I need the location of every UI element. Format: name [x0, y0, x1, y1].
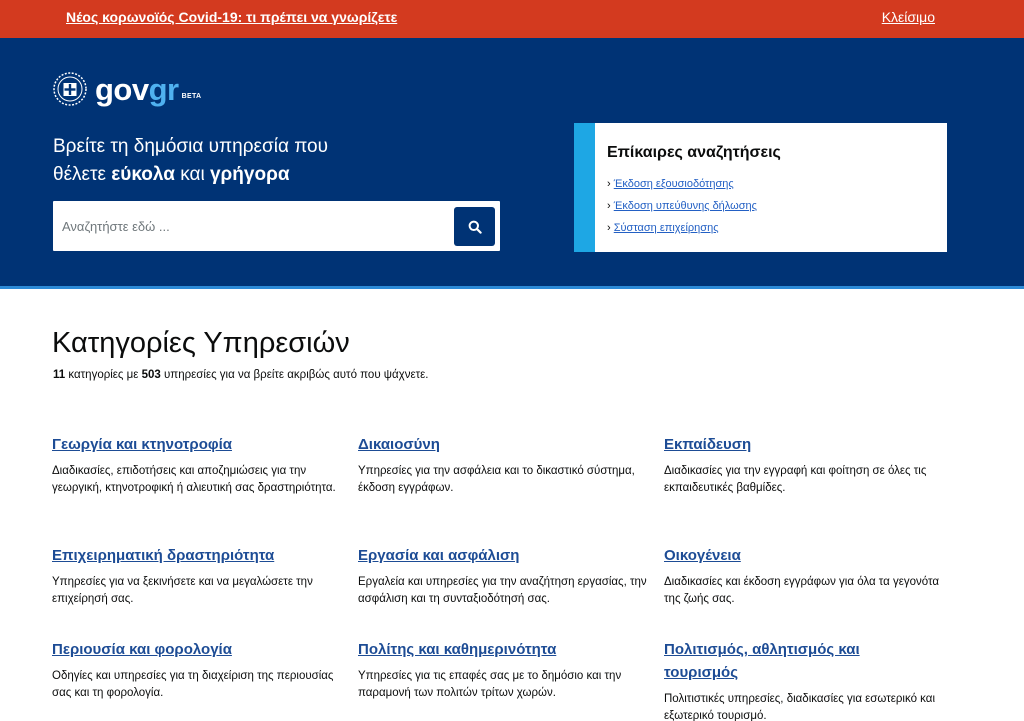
popular-searches-list: › Έκδοση εξουσιοδότησης › Έκδοση υπεύθυν…	[607, 178, 757, 244]
search-form	[53, 201, 500, 251]
category-link-family[interactable]: Οικογένεια	[664, 544, 954, 567]
category-description: Διαδικασίες, επιδοτήσεις και αποζημιώσει…	[52, 465, 336, 494]
category-card: Οικογένεια Διαδικασίες και έκδοση εγγράφ…	[664, 544, 954, 608]
category-description: Διαδικασίες και έκδοση εγγράφων για όλα …	[664, 576, 940, 605]
category-link-citizen[interactable]: Πολίτης και καθημερινότητα	[358, 638, 648, 661]
category-link-property-tax[interactable]: Περιουσία και φορολογία	[52, 638, 342, 661]
popular-search-link-authorization[interactable]: Έκδοση εξουσιοδότησης	[614, 178, 734, 190]
popular-searches-card: Επίκαιρες αναζητήσεις › Έκδοση εξουσιοδό…	[574, 123, 947, 252]
category-link-employment[interactable]: Εργασία και ασφάλιση	[358, 544, 648, 567]
category-card: Εκπαίδευση Διαδικασίες για την εγγραφή κ…	[664, 433, 954, 497]
popular-search-link-declaration[interactable]: Έκδοση υπεύθυνης δήλωσης	[614, 200, 757, 212]
popular-search-item: › Έκδοση εξουσιοδότησης	[607, 178, 734, 190]
category-description: Πολιτιστικές υπηρεσίες, διαδικασίες για …	[664, 693, 935, 721]
category-card: Δικαιοσύνη Υπηρεσίες για την ασφάλεια κα…	[358, 433, 648, 497]
category-link-business[interactable]: Επιχειρηματική δραστηριότητα	[52, 544, 342, 567]
category-link-agriculture[interactable]: Γεωργία και κτηνοτροφία	[52, 433, 342, 456]
category-link-education[interactable]: Εκπαίδευση	[664, 433, 954, 456]
popular-search-item: › Σύσταση επιχείρησης	[607, 222, 719, 234]
categories-heading: Κατηγορίες Υπηρεσιών	[52, 327, 350, 359]
govgr-logo[interactable]: govgr BETA	[53, 69, 201, 109]
popular-searches-title: Επίκαιρες αναζητήσεις	[607, 144, 781, 161]
category-description: Οδηγίες και υπηρεσίες για τη διαχείριση …	[52, 670, 334, 699]
greek-emblem-icon	[53, 72, 87, 106]
search-icon	[468, 220, 482, 234]
category-card: Εργασία και ασφάλιση Εργαλεία και υπηρεσ…	[358, 544, 648, 608]
category-card: Γεωργία και κτηνοτροφία Διαδικασίες, επι…	[52, 433, 342, 497]
category-card: Επιχειρηματική δραστηριότητα Υπηρεσίες γ…	[52, 544, 342, 608]
hero-divider	[0, 286, 1024, 289]
category-card: Περιουσία και φορολογία Οδηγίες και υπηρ…	[52, 638, 342, 702]
category-link-culture-sports-tourism[interactable]: Πολιτισμός, αθλητισμός και τουρισμός	[664, 638, 904, 684]
category-card: Πολίτης και καθημερινότητα Υπηρεσίες για…	[358, 638, 648, 702]
category-description: Υπηρεσίες για την ασφάλεια και το δικαστ…	[358, 465, 635, 494]
category-description: Διαδικασίες για την εγγραφή και φοίτηση …	[664, 465, 927, 494]
logo-wordmark: govgr	[95, 71, 179, 107]
category-description: Υπηρεσίες για τις επαφές σας με το δημόσ…	[358, 670, 622, 699]
category-description: Υπηρεσίες για να ξεκινήσετε και να μεγαλ…	[52, 576, 313, 605]
hero-heading: Βρείτε τη δημόσια υπηρεσία που θέλετε εύ…	[53, 136, 328, 185]
covid-alert-link[interactable]: Νέος κορωνοϊός Covid-19: τι πρέπει να γν…	[66, 9, 397, 25]
categories-summary: 11 κατηγορίες με 503 υπηρεσίες για να βρ…	[53, 369, 429, 381]
category-link-justice[interactable]: Δικαιοσύνη	[358, 433, 648, 456]
popular-card-accent	[574, 123, 595, 252]
search-button[interactable]	[454, 207, 495, 246]
alert-close-link[interactable]: Κλείσιμο	[882, 9, 935, 25]
covid-alert-bar: Νέος κορωνοϊός Covid-19: τι πρέπει να γν…	[0, 0, 1024, 38]
category-card: Πολιτισμός, αθλητισμός και τουρισμός Πολ…	[664, 638, 935, 721]
beta-badge: BETA	[181, 92, 202, 100]
popular-search-item: › Έκδοση υπεύθυνης δήλωσης	[607, 200, 757, 212]
search-input[interactable]	[53, 201, 448, 251]
popular-search-link-business[interactable]: Σύσταση επιχείρησης	[614, 222, 719, 234]
category-description: Εργαλεία και υπηρεσίες για την αναζήτηση…	[358, 576, 647, 605]
